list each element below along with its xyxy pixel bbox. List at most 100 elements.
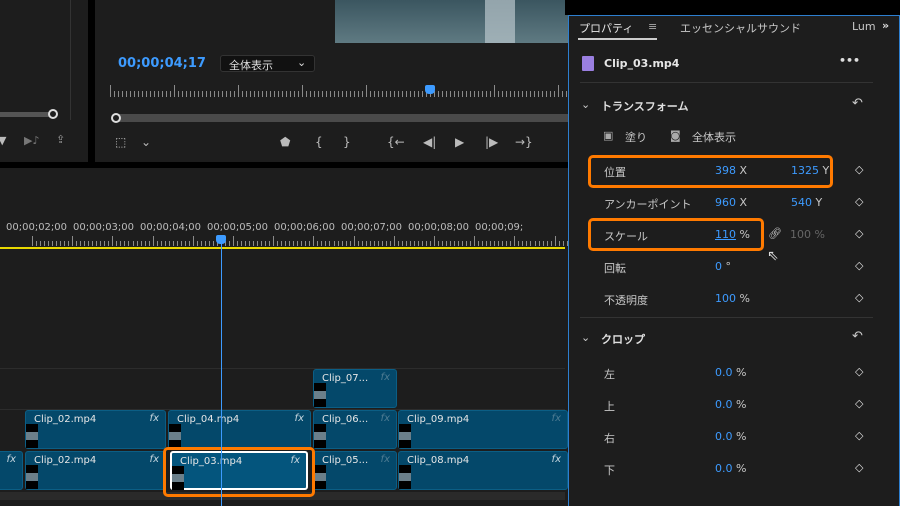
reset-icon[interactable]: ↶	[852, 329, 863, 344]
ruler-tick	[194, 91, 195, 97]
ruler-tick	[297, 241, 299, 246]
position-x[interactable]: 398	[715, 164, 736, 177]
timeline-playhead[interactable]	[216, 235, 226, 244]
position-y[interactable]: 1325	[791, 164, 819, 177]
tab-lumetri[interactable]: Lum	[852, 20, 876, 33]
menu-icon[interactable]: ≡	[648, 20, 657, 33]
go-to-in-icon[interactable]: {←	[387, 135, 405, 149]
clip[interactable]: Clip_09.mp4 fx	[398, 410, 568, 449]
safe-margins-icon[interactable]: ⬚	[115, 135, 126, 149]
ruler-tick	[425, 241, 427, 246]
ruler-tick	[402, 91, 403, 97]
zoom-select[interactable]: 全体表示 ⌄	[220, 55, 315, 72]
scale-value[interactable]: 110	[715, 228, 736, 241]
chevron-down-icon[interactable]: ⌄	[581, 98, 590, 111]
scroll-handle[interactable]	[111, 113, 121, 123]
go-to-out-icon[interactable]: →}	[515, 135, 533, 149]
keyframe-icon[interactable]: ◇	[855, 227, 863, 240]
fill-icon[interactable]: ▣	[603, 129, 613, 142]
clip[interactable]: Clip_02.mp4 fx	[25, 410, 166, 449]
ruler-tick	[442, 241, 444, 246]
fit-button[interactable]: 全体表示	[692, 129, 736, 145]
program-ruler[interactable]	[110, 85, 568, 98]
clip[interactable]: Clip_05... fx	[313, 451, 397, 490]
clip[interactable]: Clip_04.mp4 fx	[168, 410, 311, 449]
link-icon[interactable]: 🔗︎	[768, 227, 782, 240]
ruler-tick	[562, 241, 564, 246]
filter-icon[interactable]: ▼	[0, 134, 6, 147]
anchor-x[interactable]: 960	[715, 196, 736, 209]
zoom-scrollbar[interactable]	[115, 114, 568, 122]
ruler-tick	[450, 91, 451, 97]
source-scrollbar[interactable]	[0, 112, 52, 117]
clip[interactable]: fx	[0, 451, 23, 490]
ruler-tick	[393, 236, 395, 246]
ruler-tick	[286, 91, 287, 97]
timecode[interactable]: 00;00;04;17	[118, 56, 206, 71]
marker-icon[interactable]: ⬟	[280, 135, 290, 149]
clip-name: Clip_05...	[322, 455, 369, 466]
keyframe-icon[interactable]: ◇	[855, 163, 863, 176]
selection-highlight	[163, 447, 315, 497]
ruler-tick	[298, 91, 299, 97]
step-forward-icon[interactable]: |▶	[485, 135, 498, 149]
ruler-tick	[246, 91, 247, 97]
scroll-handle[interactable]	[48, 109, 58, 119]
ruler-tick	[52, 241, 54, 246]
tab-essential-sound[interactable]: エッセンシャルサウンド	[680, 20, 801, 36]
crop-row: 右 0.0 % ◇	[604, 429, 864, 445]
clip[interactable]: Clip_08.mp4 fx	[398, 451, 568, 490]
crop-value[interactable]: 0.0	[715, 398, 733, 411]
clip[interactable]: Clip_07... fx	[313, 369, 397, 408]
clip[interactable]: Clip_06... fx	[313, 410, 397, 449]
opacity-value[interactable]: 100	[715, 292, 736, 305]
fit-icon[interactable]: ◙	[670, 129, 681, 142]
keyframe-icon[interactable]: ◇	[855, 291, 863, 304]
ruler-tick	[136, 241, 138, 246]
ruler-tick	[96, 241, 98, 246]
crop-value[interactable]: 0.0	[715, 366, 733, 379]
playhead-marker[interactable]	[425, 85, 435, 94]
more-tabs-icon[interactable]: »	[882, 19, 889, 32]
tab-properties[interactable]: プロパティ	[579, 20, 633, 36]
clip-thumbnail	[314, 424, 326, 448]
keyframe-icon[interactable]: ◇	[855, 259, 863, 272]
insert-audio-icon[interactable]: ▶♪	[24, 134, 39, 147]
fill-button[interactable]: 塗り	[625, 129, 647, 145]
keyframe-icon[interactable]: ◇	[855, 429, 863, 442]
chevron-down-icon[interactable]: ⌄	[581, 331, 590, 344]
ruler-tick	[309, 241, 311, 246]
ruler-tick	[506, 91, 507, 97]
more-options-icon[interactable]: •••	[839, 54, 860, 67]
keyframe-icon[interactable]: ◇	[855, 461, 863, 474]
work-area-bar[interactable]	[0, 247, 565, 249]
chevron-down-icon[interactable]: ⌄	[141, 135, 151, 149]
ruler-tick	[538, 91, 539, 97]
keyframe-icon[interactable]: ◇	[855, 365, 863, 378]
mark-out-icon[interactable]: }	[343, 135, 351, 149]
crop-value[interactable]: 0.0	[715, 430, 733, 443]
step-back-icon[interactable]: ◀|	[423, 135, 436, 149]
ruler-tick	[534, 91, 535, 97]
reset-icon[interactable]: ↶	[852, 96, 863, 111]
play-icon[interactable]: ▶	[455, 135, 464, 149]
ruler-tick	[321, 241, 323, 246]
keyframe-icon[interactable]: ◇	[855, 397, 863, 410]
ruler-tick	[76, 241, 78, 246]
keyframe-icon[interactable]: ◇	[855, 195, 863, 208]
ruler-tick	[202, 91, 203, 97]
crop-value[interactable]: 0.0	[715, 462, 733, 475]
rotation-value[interactable]: 0	[715, 260, 722, 273]
mark-in-icon[interactable]: {	[315, 135, 323, 149]
timeline-ruler[interactable]: 00;00;02;00 00;00;03;00 00;00;04;00 00;00;0…	[0, 222, 600, 248]
video-frame	[335, 0, 568, 43]
export-frame-icon[interactable]: ⇪	[56, 133, 65, 146]
ruler-tick	[306, 91, 307, 97]
ruler-tick	[134, 91, 135, 97]
clip[interactable]: Clip_02.mp4 fx	[25, 451, 166, 490]
ruler-tick	[494, 85, 495, 97]
ruler-tick	[338, 91, 339, 97]
anchor-y[interactable]: 540	[791, 196, 812, 209]
ruler-tick	[241, 241, 243, 246]
ruler-tick	[138, 91, 139, 97]
